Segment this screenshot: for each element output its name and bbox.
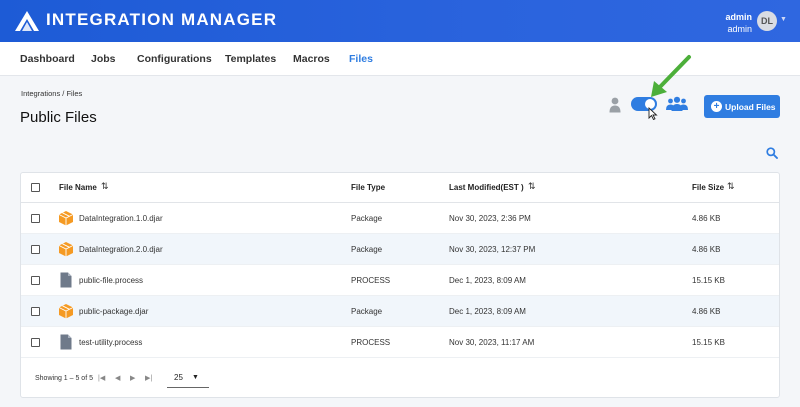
- package-icon: [58, 211, 74, 226]
- page-size-select[interactable]: 25 ▼: [167, 368, 209, 388]
- app-title: INTEGRATION MANAGER: [46, 10, 278, 29]
- avatar[interactable]: DL: [757, 11, 777, 31]
- package-icon: [58, 304, 74, 319]
- upload-files-button[interactable]: + Upload Files: [704, 95, 780, 118]
- last-modified: Dec 1, 2023, 8:09 AM: [449, 307, 526, 316]
- table-row[interactable]: public-package.djar Package Dec 1, 2023,…: [21, 296, 779, 327]
- last-modified: Dec 1, 2023, 8:09 AM: [449, 276, 526, 285]
- page-size-value: 25: [174, 373, 183, 382]
- table-row[interactable]: DataIntegration.2.0.djar Package Nov 30,…: [21, 234, 779, 265]
- table-row[interactable]: test-utility.process PROCESS Nov 30, 202…: [21, 327, 779, 358]
- users-group-icon[interactable]: [666, 96, 688, 112]
- file-size: 15.15 KB: [692, 276, 725, 285]
- chevron-down-icon[interactable]: ▼: [780, 16, 787, 23]
- table-header: File Name ⇅ File Type Last Modified(EST …: [21, 173, 779, 203]
- last-modified: Nov 30, 2023, 12:37 PM: [449, 245, 536, 254]
- file-size: 4.86 KB: [692, 307, 721, 316]
- file-type: PROCESS: [351, 276, 391, 285]
- row-checkbox[interactable]: [31, 214, 40, 223]
- package-icon: [58, 242, 74, 257]
- top-bar: INTEGRATION MANAGER admin admin DL ▼: [0, 0, 800, 42]
- file-type: PROCESS: [351, 338, 391, 347]
- row-checkbox[interactable]: [31, 245, 40, 254]
- column-file-name[interactable]: File Name: [59, 183, 97, 192]
- select-all-checkbox[interactable]: [31, 183, 40, 192]
- row-checkbox[interactable]: [31, 307, 40, 316]
- caret-down-icon: ▼: [192, 374, 199, 381]
- sort-icon[interactable]: ⇅: [101, 181, 109, 192]
- column-file-type: File Type: [351, 183, 386, 192]
- row-checkbox[interactable]: [31, 338, 40, 347]
- last-page-icon[interactable]: ▶|: [145, 374, 152, 382]
- nav-jobs[interactable]: Jobs: [91, 53, 116, 65]
- sort-icon[interactable]: ⇅: [727, 181, 735, 192]
- document-icon: [60, 334, 72, 350]
- search-icon[interactable]: [766, 147, 778, 159]
- file-name[interactable]: DataIntegration.2.0.djar: [79, 245, 163, 254]
- first-page-icon[interactable]: |◀: [98, 374, 105, 382]
- column-file-size[interactable]: File Size: [692, 183, 724, 192]
- column-last-modified[interactable]: Last Modified(EST ): [449, 183, 524, 192]
- sort-icon[interactable]: ⇅: [528, 181, 536, 192]
- table-row[interactable]: DataIntegration.1.0.djar Package Nov 30,…: [21, 203, 779, 234]
- file-size: 15.15 KB: [692, 338, 725, 347]
- file-type: Package: [351, 245, 383, 254]
- nav-files[interactable]: Files: [349, 53, 373, 65]
- nav-templates[interactable]: Templates: [225, 53, 276, 65]
- file-size: 4.86 KB: [692, 214, 721, 223]
- nav-configurations[interactable]: Configurations: [137, 53, 212, 65]
- row-checkbox[interactable]: [31, 276, 40, 285]
- table-row[interactable]: public-file.process PROCESS Dec 1, 2023,…: [21, 265, 779, 296]
- user-info[interactable]: admin admin: [725, 11, 752, 35]
- prev-page-icon[interactable]: ◀: [115, 374, 120, 382]
- plus-icon: +: [711, 101, 722, 112]
- upload-files-label: Upload Files: [725, 102, 776, 112]
- breadcrumb: Integrations / Files: [21, 89, 83, 98]
- file-name[interactable]: public-package.djar: [79, 307, 148, 316]
- file-name[interactable]: test-utility.process: [79, 338, 142, 347]
- user-role: admin: [727, 24, 752, 34]
- document-icon: [60, 272, 72, 288]
- page-title: Public Files: [20, 109, 97, 126]
- logo-icon: [15, 11, 39, 31]
- files-table: File Name ⇅ File Type Last Modified(EST …: [20, 172, 780, 398]
- nav-dashboard[interactable]: Dashboard: [20, 53, 75, 65]
- next-page-icon[interactable]: ▶: [130, 374, 135, 382]
- file-name[interactable]: public-file.process: [79, 276, 143, 285]
- file-name[interactable]: DataIntegration.1.0.djar: [79, 214, 163, 223]
- last-modified: Nov 30, 2023, 11:17 AM: [449, 338, 535, 347]
- annotation-arrow-icon: [651, 55, 691, 97]
- file-type: Package: [351, 214, 383, 223]
- file-size: 4.86 KB: [692, 245, 721, 254]
- nav-macros[interactable]: Macros: [293, 53, 330, 65]
- last-modified: Nov 30, 2023, 2:36 PM: [449, 214, 531, 223]
- mouse-pointer-icon: [648, 107, 658, 120]
- pagination: Showing 1 – 5 of 5 |◀ ◀ ▶ ▶| 25 ▼: [21, 361, 779, 397]
- user-name: admin: [725, 12, 752, 22]
- pagination-summary: Showing 1 – 5 of 5: [35, 375, 93, 382]
- file-type: Package: [351, 307, 383, 316]
- user-icon[interactable]: [609, 97, 621, 113]
